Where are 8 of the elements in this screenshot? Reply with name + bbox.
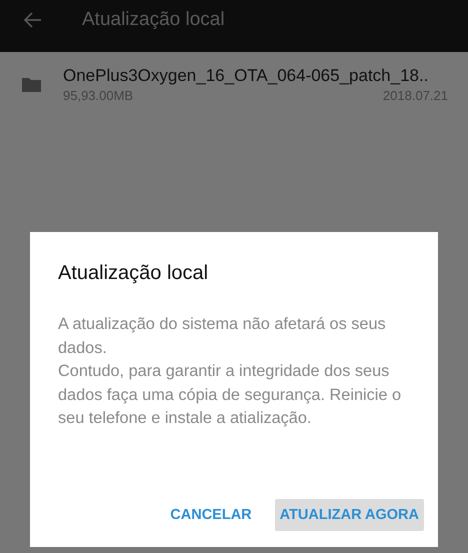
folder-icon [22, 77, 41, 92]
dialog-button[interactable]: CANCELAR [165, 499, 257, 531]
dialog-message: A atualização do sistema não afetará os seus dados. Contudo, para garantir a integridade dos seus dados faça uma cópia de segurança. Reinicie o seu telefone e instale a atialização. [58, 314, 402, 429]
dialog-title: Atualização local [58, 262, 210, 285]
screen-title: Atualização local [82, 9, 225, 31]
back-icon[interactable] [24, 12, 42, 28]
file-name[interactable]: OnePlus3Oxygen_16_OTA_064-065_patch_18.. [63, 66, 448, 86]
dialog-button[interactable]: ATUALIZAR AGORA [274, 499, 424, 531]
